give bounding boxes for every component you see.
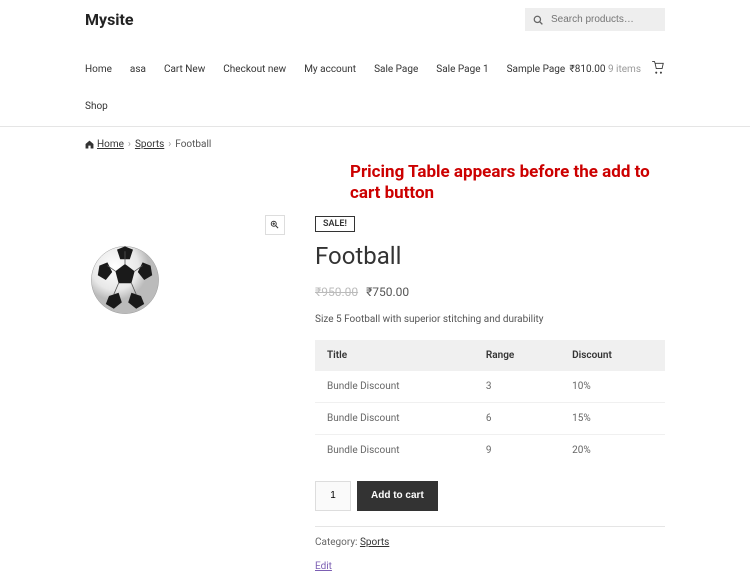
cell-title: Bundle Discount (315, 371, 474, 403)
new-price: ₹750.00 (366, 285, 409, 299)
cart-icon[interactable] (651, 61, 665, 78)
nav-checkout-new[interactable]: Checkout new (223, 64, 286, 75)
home-icon (85, 140, 94, 149)
cart-summary[interactable]: ₹810.00 9 items (570, 64, 641, 75)
search-box (525, 8, 665, 31)
product-image[interactable] (85, 240, 165, 320)
cell-range: 3 (474, 371, 560, 403)
cell-range: 9 (474, 434, 560, 466)
product-title: Football (315, 242, 665, 270)
category-meta: Category: Sports (315, 537, 665, 548)
cell-discount: 20% (560, 434, 665, 466)
breadcrumb-current: Football (175, 139, 211, 150)
category-link[interactable]: Sports (360, 537, 389, 548)
edit-link[interactable]: Edit (315, 561, 332, 572)
nav-shop[interactable]: Shop (85, 101, 108, 112)
pricing-table: Title Range Discount Bundle Discount 3 1… (315, 340, 665, 466)
quantity-input[interactable] (315, 481, 351, 511)
breadcrumb-home-link[interactable]: Home (97, 139, 124, 150)
breadcrumb-sep: › (128, 139, 131, 150)
magnify-icon (270, 220, 280, 230)
price: ₹950.00 ₹750.00 (315, 285, 665, 299)
th-range: Range (474, 340, 560, 371)
nav-home[interactable]: Home (85, 64, 112, 75)
cell-discount: 10% (560, 371, 665, 403)
cell-title: Bundle Discount (315, 434, 474, 466)
cell-title: Bundle Discount (315, 402, 474, 434)
secondary-nav: Shop (0, 87, 750, 127)
breadcrumb: Home › Sports › Football (0, 127, 750, 162)
th-discount: Discount (560, 340, 665, 371)
old-price: ₹950.00 (315, 285, 358, 299)
category-label: Category: (315, 537, 357, 548)
nav-sample-page[interactable]: Sample Page (507, 64, 566, 75)
sale-badge: SALE! (315, 216, 355, 232)
table-row: Bundle Discount 9 20% (315, 434, 665, 466)
search-input[interactable] (525, 8, 665, 31)
product-description: Size 5 Football with superior stitching … (315, 314, 665, 325)
breadcrumb-sep: › (168, 139, 171, 150)
product-image-area (85, 215, 285, 572)
breadcrumb-category[interactable]: Sports (135, 139, 164, 150)
nav-cart-new[interactable]: Cart New (164, 64, 205, 75)
cart-item-count: 9 items (608, 64, 641, 75)
cart-total-amount: ₹810.00 (570, 64, 606, 75)
add-to-cart-button[interactable]: Add to cart (357, 481, 438, 511)
zoom-button[interactable] (265, 215, 285, 235)
nav-my-account[interactable]: My account (304, 64, 356, 75)
annotation-text: Pricing Table appears before the add to … (0, 162, 750, 215)
th-title: Title (315, 340, 474, 371)
primary-nav: Home asa Cart New Checkout new My accoun… (0, 51, 750, 87)
cell-range: 6 (474, 402, 560, 434)
search-icon (533, 15, 543, 25)
table-row: Bundle Discount 6 15% (315, 402, 665, 434)
cell-discount: 15% (560, 402, 665, 434)
table-row: Bundle Discount 3 10% (315, 371, 665, 403)
site-title[interactable]: Mysite (85, 10, 134, 29)
nav-sale-page[interactable]: Sale Page (374, 64, 418, 75)
divider (315, 526, 665, 527)
nav-asa[interactable]: asa (130, 64, 146, 75)
nav-sale-page-1[interactable]: Sale Page 1 (436, 64, 488, 75)
breadcrumb-home[interactable]: Home (85, 139, 124, 150)
